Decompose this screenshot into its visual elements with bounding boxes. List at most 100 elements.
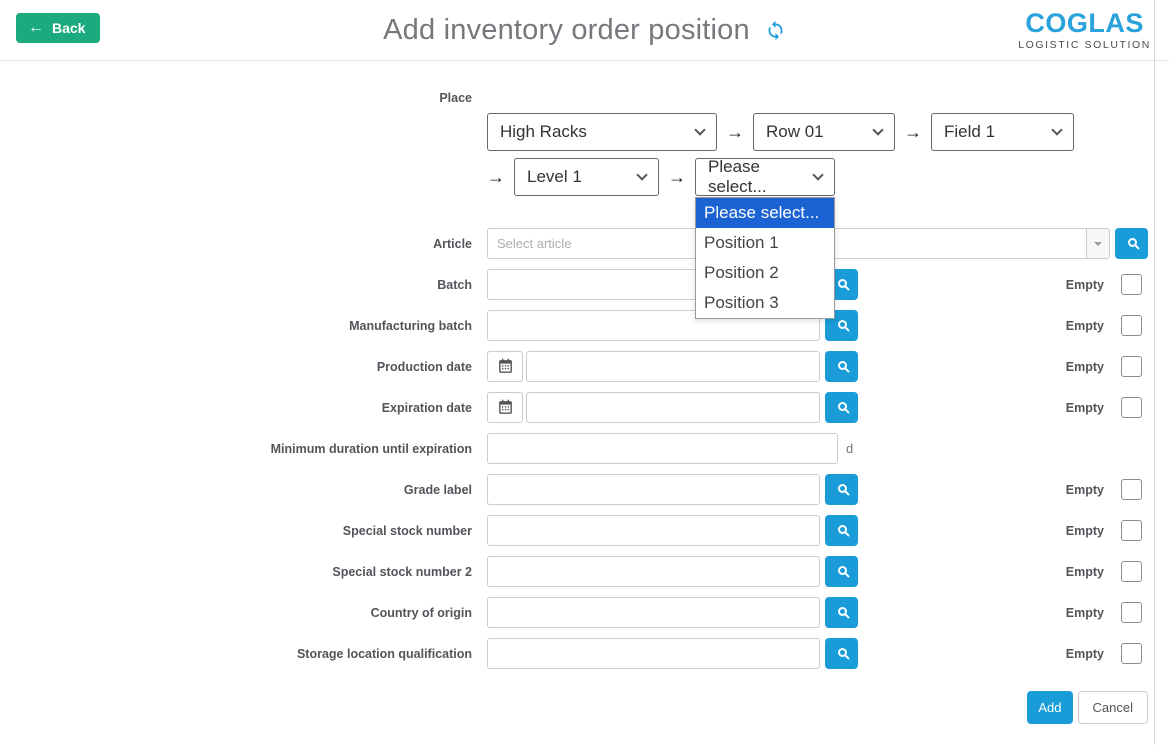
place-row-select[interactable]: Row 01 [753, 113, 895, 151]
place-section: Place High Racks → Row 01 → Field 1 [0, 91, 1169, 196]
place-field-value: Field 1 [944, 122, 995, 142]
form-area: Place High Racks → Row 01 → Field 1 [0, 61, 1169, 724]
content-right-divider [1154, 0, 1155, 745]
production-date-input[interactable] [526, 351, 820, 382]
storage-location-qualification-empty-checkbox[interactable] [1121, 643, 1142, 664]
country-of-origin-search-button[interactable] [825, 597, 858, 628]
manufacturing-batch-empty-checkbox[interactable] [1121, 315, 1142, 336]
batch-label: Batch [0, 278, 472, 292]
batch-row: Batch Empty [0, 269, 1169, 300]
grade-label-empty-checkbox[interactable] [1121, 479, 1142, 500]
expiration-date-calendar-button[interactable] [487, 392, 523, 423]
article-dropdown-toggle[interactable] [1086, 229, 1109, 258]
cancel-button[interactable]: Cancel [1078, 691, 1148, 724]
production-date-empty-checkbox[interactable] [1121, 356, 1142, 377]
storage-location-qualification-search-button[interactable] [825, 638, 858, 669]
search-icon [838, 484, 847, 493]
special-stock-number-2-empty-checkbox[interactable] [1121, 561, 1142, 582]
caret-down-icon [1094, 242, 1102, 246]
back-arrow-icon: ← [28, 20, 44, 36]
page-title: Add inventory order position [383, 14, 750, 47]
batch-empty-label: Empty [1066, 278, 1104, 292]
search-icon [838, 402, 847, 411]
search-icon [838, 320, 847, 329]
logo-wordmark: COGLAS [1018, 9, 1151, 37]
dropdown-option-position-3[interactable]: Position 3 [696, 288, 834, 318]
special-stock-number-2-input[interactable] [487, 556, 820, 587]
place-zone-value: High Racks [500, 122, 587, 142]
special-stock-number-empty-checkbox[interactable] [1121, 520, 1142, 541]
place-position-value: Please select... [708, 157, 802, 197]
expiration-date-row: Expiration date Empty [0, 392, 1169, 423]
special-stock-number-2-label: Special stock number 2 [0, 565, 472, 579]
chevron-down-icon [694, 124, 705, 135]
header: ← Back Add inventory order position COGL… [0, 0, 1169, 61]
grade-label-label: Grade label [0, 483, 472, 497]
special-stock-number-search-button[interactable] [825, 515, 858, 546]
search-icon [838, 607, 847, 616]
country-of-origin-label: Country of origin [0, 606, 472, 620]
search-icon [838, 279, 847, 288]
batch-empty-checkbox[interactable] [1121, 274, 1142, 295]
logo-tagline: LOGISTIC SOLUTION [1018, 39, 1151, 51]
refresh-icon[interactable] [765, 20, 786, 41]
minimum-duration-label: Minimum duration until expiration [0, 442, 472, 456]
chevron-down-icon [812, 169, 823, 180]
place-field-select[interactable]: Field 1 [931, 113, 1074, 151]
country-of-origin-input[interactable] [487, 597, 820, 628]
expiration-date-input[interactable] [526, 392, 820, 423]
place-zone-select[interactable]: High Racks [487, 113, 717, 151]
arrow-right-icon: → [668, 167, 686, 188]
expiration-date-label: Expiration date [0, 401, 472, 415]
storage-location-qualification-row: Storage location qualification Empty [0, 638, 1169, 669]
search-icon [1128, 238, 1137, 247]
calendar-icon [497, 358, 514, 375]
storage-location-qualification-input[interactable] [487, 638, 820, 669]
country-of-origin-empty-checkbox[interactable] [1121, 602, 1142, 623]
expiration-date-empty-label: Empty [1066, 401, 1104, 415]
place-position-select[interactable]: Please select... [695, 158, 835, 196]
article-label: Article [0, 237, 472, 251]
dropdown-option-please-select[interactable]: Please select... [696, 198, 834, 228]
minimum-duration-row: Minimum duration until expiration d [0, 433, 1169, 464]
dropdown-option-position-1[interactable]: Position 1 [696, 228, 834, 258]
special-stock-number-2-search-button[interactable] [825, 556, 858, 587]
production-date-empty-label: Empty [1066, 360, 1104, 374]
storage-location-qualification-label: Storage location qualification [0, 647, 472, 661]
expiration-date-search-button[interactable] [825, 392, 858, 423]
production-date-calendar-button[interactable] [487, 351, 523, 382]
article-search-button[interactable] [1115, 228, 1148, 259]
manufacturing-batch-label: Manufacturing batch [0, 319, 472, 333]
expiration-date-empty-checkbox[interactable] [1121, 397, 1142, 418]
chevron-down-icon [1051, 124, 1062, 135]
place-label: Place [0, 91, 472, 105]
minimum-duration-input[interactable] [487, 433, 838, 464]
special-stock-number-row: Special stock number Empty [0, 515, 1169, 546]
add-button[interactable]: Add [1027, 691, 1072, 724]
back-button[interactable]: ← Back [16, 13, 100, 43]
special-stock-number-empty-label: Empty [1066, 524, 1104, 538]
chevron-down-icon [636, 169, 647, 180]
search-icon [838, 525, 847, 534]
back-button-label: Back [52, 20, 85, 36]
production-date-search-button[interactable] [825, 351, 858, 382]
place-level-value: Level 1 [527, 167, 582, 187]
article-row: Article [0, 228, 1169, 259]
arrow-right-icon: → [487, 167, 505, 188]
form-footer: Add Cancel [0, 691, 1169, 724]
production-date-label: Production date [0, 360, 472, 374]
special-stock-number-2-empty-label: Empty [1066, 565, 1104, 579]
storage-location-qualification-empty-label: Empty [1066, 647, 1104, 661]
calendar-icon [497, 399, 514, 416]
place-row-value: Row 01 [766, 122, 824, 142]
country-of-origin-row: Country of origin Empty [0, 597, 1169, 628]
grade-label-input[interactable] [487, 474, 820, 505]
place-level-select[interactable]: Level 1 [514, 158, 659, 196]
dropdown-option-position-2[interactable]: Position 2 [696, 258, 834, 288]
special-stock-number-input[interactable] [487, 515, 820, 546]
arrow-right-icon: → [904, 122, 922, 143]
search-icon [838, 648, 847, 657]
arrow-right-icon: → [726, 122, 744, 143]
grade-label-search-button[interactable] [825, 474, 858, 505]
minimum-duration-unit: d [846, 441, 853, 456]
